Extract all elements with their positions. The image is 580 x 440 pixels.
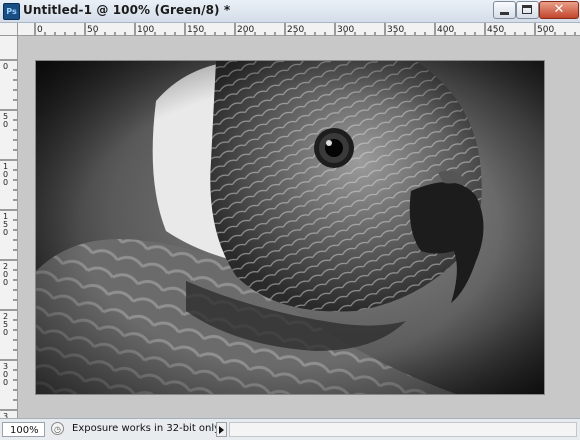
parrot-image [36,61,544,394]
ruler-label: 450 [487,25,504,35]
ruler-label: 0 [3,228,8,237]
ruler-label: 250 [287,25,304,35]
ruler-origin[interactable] [0,23,18,36]
maximize-icon [522,5,532,14]
ruler-label: 0 [3,378,8,387]
ruler-label: 400 [437,25,454,35]
status-menu-arrow[interactable] [216,422,227,437]
minimize-icon [500,12,509,15]
close-icon: ✕ [553,2,565,17]
vertical-ruler-ticks: 050100150200250300350 [0,59,17,418]
ruler-label: 0 [3,328,8,337]
ruler-label: 200 [237,25,254,35]
horizontal-ruler[interactable]: 050100150200250300350400450500550 [18,23,580,36]
ruler-label: 350 [387,25,404,35]
vertical-ruler[interactable]: 050100150200250300350 [0,36,18,418]
document-title-bar[interactable]: Ps Untitled-1 @ 100% (Green/8) * ✕ [0,0,580,23]
status-bar: 100% ◷ Exposure works in 32-bit only [0,418,580,440]
zoom-level-field[interactable]: 100% [2,422,45,437]
horizontal-ruler-ticks: 050100150200250300350400450500550 [34,23,576,35]
ruler-label: 100 [137,25,154,35]
parrot-photo [36,61,544,394]
close-button[interactable]: ✕ [539,1,579,19]
ruler-label: 0 [3,120,8,129]
document-title: Untitled-1 @ 100% (Green/8) * [23,3,231,17]
document-canvas[interactable] [18,36,580,418]
ruler-label: 0 [3,62,8,71]
ruler-label: 0 [3,178,8,187]
ruler-label: 0 [37,25,43,35]
ruler-label: 150 [187,25,204,35]
ruler-label: 300 [337,25,354,35]
minimize-button[interactable] [493,1,516,19]
horizontal-scrollbar[interactable] [229,422,577,437]
ruler-label: 0 [3,278,8,287]
ruler-label: 50 [87,25,99,35]
photoshop-icon[interactable]: Ps [3,3,20,20]
status-message: Exposure works in 32-bit only [72,423,221,434]
status-info-icon[interactable]: ◷ [51,422,64,435]
maximize-button[interactable] [516,1,539,19]
ruler-label: 500 [537,25,554,35]
